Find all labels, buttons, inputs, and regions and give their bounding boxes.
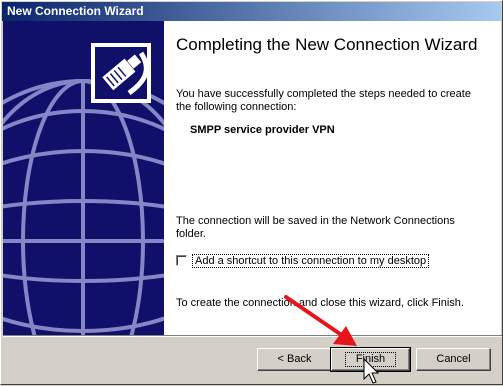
title-bar[interactable]: New Connection Wizard: [2, 2, 501, 21]
connection-name: SMPP service provider VPN: [190, 124, 335, 136]
page-title: Completing the New Connection Wizard: [176, 35, 478, 54]
saved-location-note: The connection will be saved in the Netw…: [176, 215, 455, 240]
back-button[interactable]: < Back: [257, 348, 332, 371]
description-text: You have successfully completed the step…: [176, 88, 471, 113]
globe-graphic: [3, 43, 164, 335]
back-button-label: < Back: [277, 353, 312, 365]
finish-button[interactable]: Finish: [330, 347, 411, 372]
shortcut-checkbox-row[interactable]: Add a shortcut to this connection to my …: [176, 253, 430, 268]
cancel-button[interactable]: Cancel: [416, 348, 491, 371]
shortcut-checkbox[interactable]: [176, 255, 187, 266]
network-cable-icon: [91, 43, 151, 103]
wizard-side-panel: [3, 21, 164, 335]
finish-button-label: Finish: [344, 352, 397, 367]
finish-instruction: To create the connection and close this …: [176, 297, 464, 309]
shortcut-checkbox-label[interactable]: Add a shortcut to this connection to my …: [191, 253, 430, 268]
window-title: New Connection Wizard: [7, 4, 144, 18]
cancel-button-label: Cancel: [436, 353, 471, 365]
button-divider: [3, 335, 502, 337]
wizard-window: New Connection Wizard Completing the New…: [0, 0, 503, 385]
wizard-content: Completing the New Connection Wizard You…: [164, 21, 501, 335]
